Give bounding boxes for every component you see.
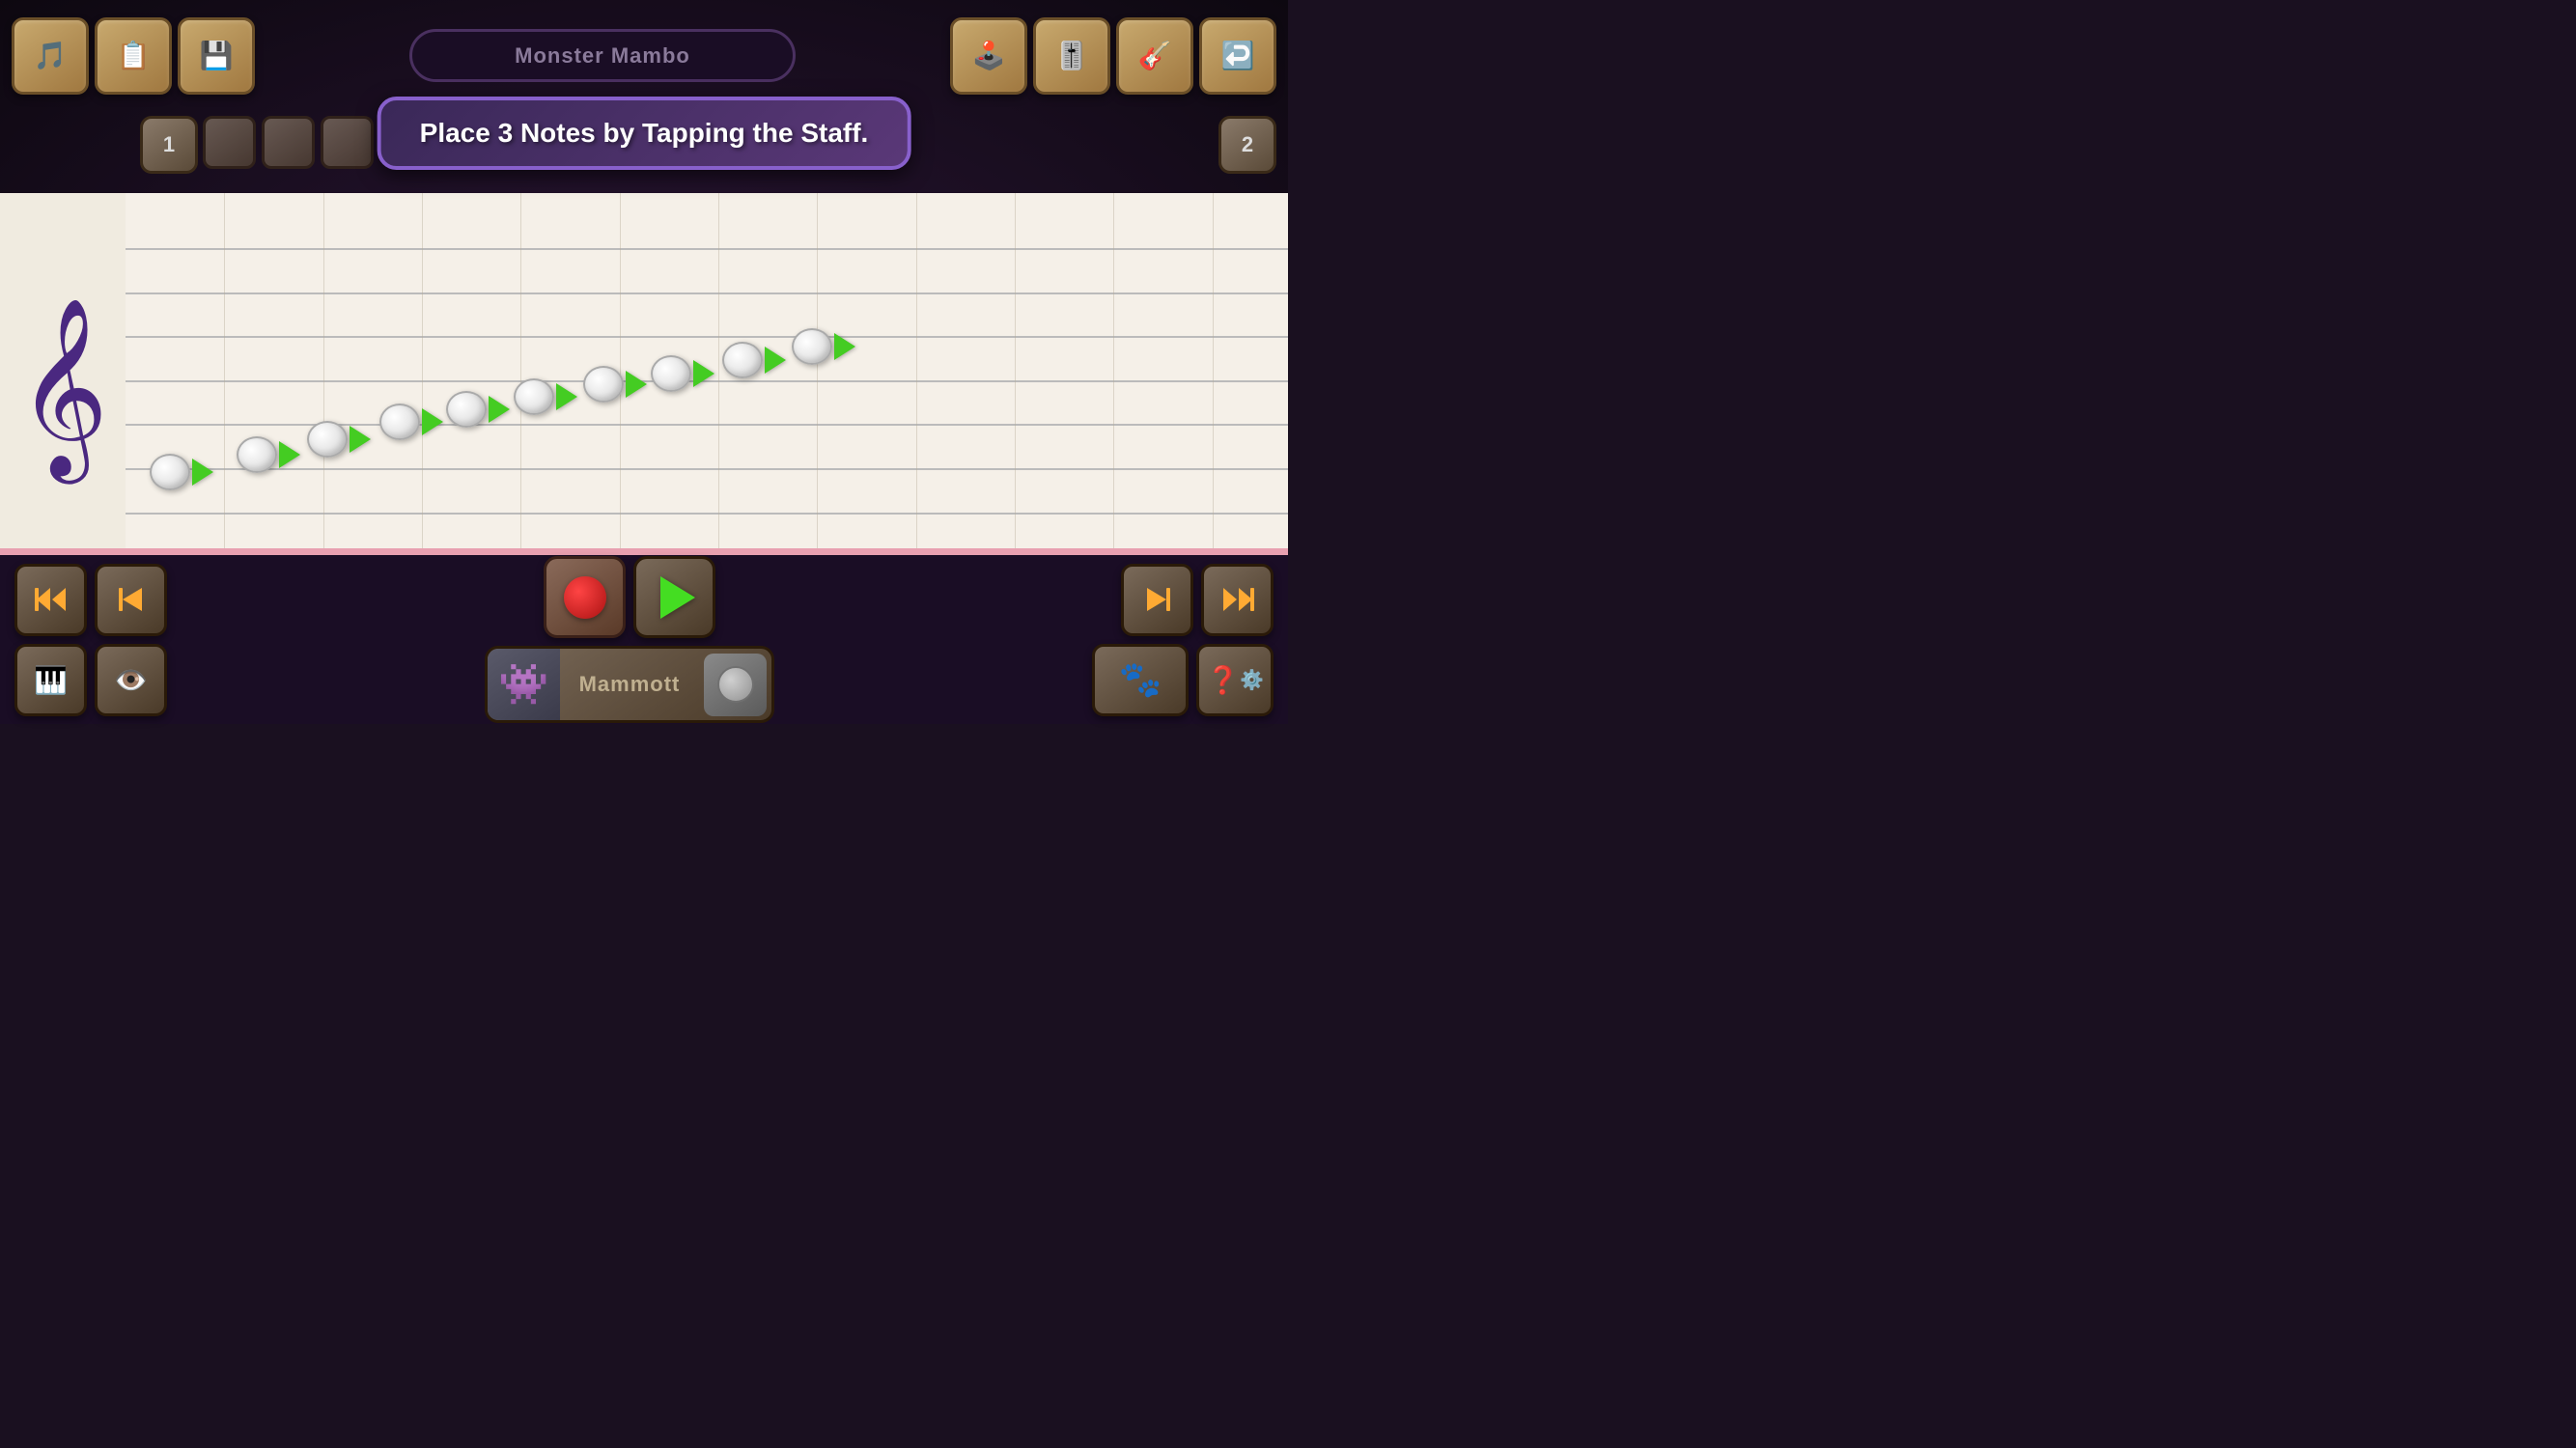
save-button[interactable]: 💾 [178, 17, 255, 95]
play-button[interactable] [633, 556, 715, 638]
monster-sound-button[interactable] [704, 654, 767, 716]
question-settings-icon: ❓ [1206, 664, 1240, 696]
step-forward-button[interactable] [1121, 564, 1193, 636]
help-settings-button[interactable]: ❓ ⚙️ [1196, 644, 1274, 716]
note-8[interactable] [651, 355, 714, 392]
step-forward-icon [1141, 586, 1174, 613]
undo-icon: ↩️ [1221, 42, 1255, 70]
note-head-8 [651, 355, 691, 392]
play-arrow-7 [626, 371, 647, 398]
note-3[interactable] [307, 421, 371, 458]
play-icon [660, 576, 695, 619]
transport-buttons [544, 556, 715, 638]
play-arrow-6 [556, 383, 577, 410]
skip-back-icon [35, 586, 68, 613]
play-arrow-5 [489, 396, 510, 423]
clipboard-icon: 📋 [117, 42, 151, 70]
note-head-7 [583, 366, 624, 403]
monster-avatar: 👾 [488, 649, 560, 721]
copy-paste-button[interactable]: 📋 [95, 17, 172, 95]
guitar-icon: 🎸 [1138, 42, 1172, 70]
note-head-3 [307, 421, 348, 458]
skip-forward-icon [1221, 586, 1254, 613]
play-arrow-2 [279, 441, 300, 468]
note-head-6 [514, 378, 554, 415]
step-back-icon [115, 586, 148, 613]
tab-slots [203, 116, 374, 169]
music-notes-icon: 🎵 [34, 42, 68, 70]
undo-button[interactable]: ↩️ [1199, 17, 1276, 95]
record-icon [564, 576, 606, 619]
notes-library-button[interactable]: 🎵 [12, 17, 89, 95]
joystick-button[interactable]: 🕹️ [950, 17, 1027, 95]
save-icon: 💾 [200, 42, 234, 70]
instruction-banner: Place 3 Notes by Tapping the Staff. [378, 97, 911, 170]
joystick-icon: 🕹️ [972, 42, 1006, 70]
note-head-4 [379, 404, 420, 440]
monster-friends-button[interactable]: 🐾 [1092, 644, 1189, 716]
sound-icon [717, 666, 754, 703]
bottom-bar: 🎹 👁️ 👾 Mammott [0, 555, 1288, 724]
eye-button[interactable]: 👁️ [95, 644, 167, 716]
keyboard-button[interactable]: 🎹 [14, 644, 87, 716]
record-button[interactable] [544, 556, 626, 638]
treble-clef-symbol: 𝄞 [17, 309, 109, 463]
instruments-button[interactable]: 🎸 [1116, 17, 1193, 95]
song-title-text: Monster Mambo [515, 43, 690, 69]
play-arrow-1 [192, 459, 213, 486]
bottom-right-buttons: 🐾 ❓ ⚙️ [1092, 564, 1274, 716]
instruction-text: Place 3 Notes by Tapping the Staff. [420, 118, 869, 148]
step-back-button[interactable] [95, 564, 167, 636]
note-2[interactable] [237, 436, 300, 473]
monster-selector[interactable]: 👾 Mammott [485, 646, 775, 723]
treble-clef-area: 𝄞 [0, 193, 126, 560]
note-1[interactable] [150, 454, 213, 490]
skip-back-button[interactable] [14, 564, 87, 636]
song-title-bar: Monster Mambo [409, 29, 796, 82]
top-right-toolbar: 🕹️ 🎚️ 🎸 ↩️ [950, 17, 1276, 95]
monster-name-text: Mammott [560, 672, 700, 697]
play-arrow-9 [765, 347, 786, 374]
note-4[interactable] [379, 404, 443, 440]
mixer-button[interactable]: 🎚️ [1033, 17, 1110, 95]
note-9[interactable] [722, 342, 786, 378]
note-head-2 [237, 436, 277, 473]
page-1-button[interactable]: 1 [140, 116, 198, 174]
page-1-label: 1 [163, 132, 175, 157]
play-arrow-3 [350, 426, 371, 453]
gear-icon: ⚙️ [1240, 668, 1264, 692]
note-5[interactable] [446, 391, 510, 428]
note-head-5 [446, 391, 487, 428]
note-head-9 [722, 342, 763, 378]
keyboard-icon: 🎹 [34, 664, 68, 696]
tab-slot-3[interactable] [321, 116, 374, 169]
page-2-button[interactable]: 2 [1218, 116, 1276, 174]
tab-slot-2[interactable] [262, 116, 315, 169]
play-arrow-4 [422, 408, 443, 435]
note-7[interactable] [583, 366, 647, 403]
play-arrow-8 [693, 360, 714, 387]
bottom-left-buttons: 🎹 👁️ [14, 564, 167, 716]
note-10[interactable] [792, 328, 855, 365]
eye-icon: 👁️ [114, 664, 148, 696]
skip-forward-button[interactable] [1201, 564, 1274, 636]
note-6[interactable] [514, 378, 577, 415]
transport-center: 👾 Mammott [177, 556, 1082, 723]
note-head-1 [150, 454, 190, 490]
play-arrow-10 [834, 333, 855, 360]
tab-slot-1[interactable] [203, 116, 256, 169]
mixer-icon: 🎚️ [1055, 42, 1089, 70]
top-toolbar: 🎵 📋 💾 Monster Mambo 🕹️ 🎚️ 🎸 ↩️ [0, 0, 1288, 111]
staff-area[interactable]: 𝄞 [0, 193, 1288, 560]
note-head-10 [792, 328, 832, 365]
page-2-label: 2 [1242, 132, 1253, 157]
